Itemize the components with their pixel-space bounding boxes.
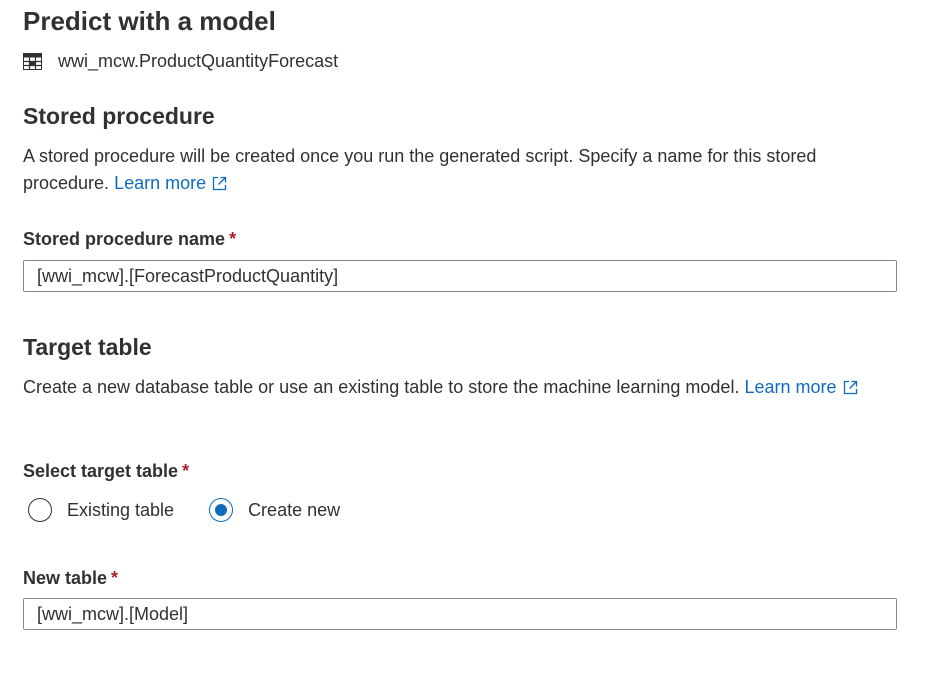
table-icon: [23, 52, 42, 70]
stored-procedure-learn-more-link[interactable]: Learn more: [114, 173, 227, 193]
stored-procedure-description: A stored procedure will be created once …: [23, 143, 898, 199]
page-title: Predict with a model: [23, 6, 276, 36]
required-indicator: *: [229, 229, 237, 249]
stored-procedure-heading: Stored procedure: [23, 103, 215, 129]
learn-more-label: Learn more: [744, 377, 837, 397]
radio-label-create-new: Create new: [248, 499, 341, 520]
required-indicator: *: [182, 461, 190, 481]
stored-procedure-name-label: Stored procedure name *: [23, 229, 236, 250]
new-table-input[interactable]: [23, 598, 897, 630]
radio-button-unchecked[interactable]: [28, 498, 52, 522]
model-row: wwi_mcw.ProductQuantityForecast: [23, 50, 338, 72]
target-table-radio-group: Existing table Create new: [28, 496, 375, 524]
learn-more-label: Learn more: [114, 173, 207, 193]
radio-label-existing-table: Existing table: [67, 499, 175, 520]
target-table-description: Create a new database table or use an ex…: [23, 374, 898, 403]
new-table-label: New table *: [23, 568, 118, 589]
model-name: wwi_mcw.ProductQuantityForecast: [58, 50, 339, 71]
new-table-label-text: New table: [23, 568, 108, 588]
stored-procedure-name-input[interactable]: [23, 260, 897, 292]
external-link-icon: [843, 376, 858, 403]
radio-create-new[interactable]: Create new: [209, 498, 340, 522]
required-indicator: *: [111, 568, 119, 588]
select-target-table-label-text: Select target table: [23, 461, 179, 481]
radio-existing-table[interactable]: Existing table: [28, 498, 174, 522]
radio-button-checked[interactable]: [209, 498, 234, 522]
target-table-heading: Target table: [23, 334, 152, 360]
external-link-icon: [212, 172, 227, 199]
stored-procedure-name-label-text: Stored procedure name: [23, 229, 226, 249]
select-target-table-label: Select target table *: [23, 461, 189, 482]
target-table-learn-more-link[interactable]: Learn more: [744, 377, 857, 397]
target-table-description-text: Create a new database table or use an ex…: [23, 377, 740, 397]
